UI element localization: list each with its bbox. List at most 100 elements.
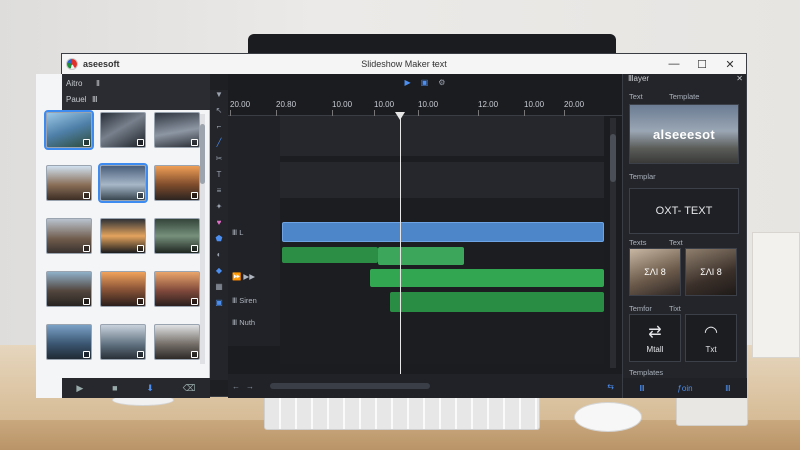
wifi-icon: ◠ [704, 324, 718, 341]
ruler-tick: 10.00 [374, 100, 395, 116]
zoom-out-icon[interactable]: ← [232, 382, 240, 391]
media-thumbnail[interactable] [98, 163, 148, 203]
checkbox-icon[interactable] [191, 351, 198, 358]
section-label: Temfor [629, 304, 652, 313]
close-button[interactable]: ✕ [716, 54, 744, 74]
play-icon[interactable]: ▶ [405, 78, 411, 87]
tab-audio[interactable]: Aitro [66, 79, 82, 88]
grid-icon[interactable]: ▦ [215, 282, 223, 298]
media-thumbnail[interactable] [100, 218, 146, 254]
audio-clip[interactable] [390, 292, 604, 312]
tile-label: Txt [705, 345, 717, 354]
import-icon[interactable]: ⬇ [146, 383, 154, 394]
checkbox-icon[interactable] [137, 245, 144, 252]
media-thumbnail[interactable] [154, 271, 200, 307]
media-thumbnail[interactable] [154, 218, 200, 254]
text-tool-icon[interactable]: T [217, 170, 222, 186]
media-header: Aitro Ⅱ Pauel Ⅲ [62, 74, 210, 110]
transform-tile[interactable]: ⇄ Mtall [629, 314, 681, 362]
track-band [280, 162, 604, 198]
media-scrollbar[interactable] [200, 114, 205, 364]
fit-icon[interactable]: ⇆ [607, 382, 614, 391]
checkbox-icon[interactable] [83, 192, 90, 199]
window-title: Slideshow Maker ŧext [361, 59, 447, 69]
audio-clip[interactable] [282, 247, 378, 263]
save-icon[interactable]: ▣ [421, 78, 429, 87]
effects-icon[interactable]: ✦ [216, 202, 223, 218]
audio-clip[interactable] [378, 247, 464, 265]
footer-tab[interactable]: Ⅲ [725, 384, 731, 393]
split-icon[interactable]: ✂ [216, 154, 223, 170]
close-icon[interactable]: ✕ [736, 74, 743, 88]
media-thumbnail[interactable] [154, 112, 200, 148]
sticker-icon[interactable]: ◆ [216, 266, 222, 282]
checkbox-icon[interactable] [191, 192, 198, 199]
media-thumbnail[interactable] [100, 112, 146, 148]
zoom-in-icon[interactable]: → [246, 382, 254, 391]
scroll-thumb[interactable] [200, 124, 205, 184]
section-label: Text [669, 238, 683, 247]
screen-icon[interactable]: ▣ [215, 298, 223, 314]
section-label: Tixt [669, 304, 681, 313]
media-thumbnail[interactable] [44, 110, 94, 150]
checkbox-icon[interactable] [137, 139, 144, 146]
delete-icon[interactable]: ⌫ [183, 383, 196, 394]
footer-tab[interactable]: Ⅲ [639, 384, 645, 393]
filter-icon[interactable]: ▼ [215, 90, 223, 106]
layers-icon[interactable]: ≡ [217, 186, 222, 202]
shape-icon[interactable]: ⬟ [216, 234, 223, 250]
pen-icon[interactable]: ╱ [217, 138, 222, 154]
audio-clip[interactable] [370, 269, 604, 287]
checkbox-icon[interactable] [83, 245, 90, 252]
checkbox-icon[interactable] [137, 351, 144, 358]
media-thumbnail[interactable] [46, 324, 92, 360]
media-thumbnail[interactable] [100, 271, 146, 307]
track-label: ⏩ ▶▶ [232, 272, 255, 281]
timeline-scrollbar[interactable] [610, 118, 616, 368]
horizontal-scrollbar[interactable] [270, 383, 430, 389]
media-thumbnail[interactable] [154, 324, 200, 360]
checkbox-icon[interactable] [191, 298, 198, 305]
crop-icon[interactable]: ⌐ [217, 122, 222, 138]
media-panel: Aitro Ⅱ Pauel Ⅲ ▶ ■ ⬇ ⌫ [36, 74, 210, 398]
minimize-button[interactable]: — [660, 54, 688, 74]
media-thumbnail[interactable] [46, 165, 92, 201]
media-thumbnail[interactable] [154, 165, 200, 201]
layer-tab[interactable]: Ⅲayer [628, 74, 649, 88]
checkbox-icon[interactable] [83, 139, 90, 146]
pointer-icon[interactable]: ↖ [216, 106, 223, 122]
media-thumbnail[interactable] [46, 271, 92, 307]
video-clip[interactable] [282, 222, 604, 242]
checkbox-icon[interactable] [137, 192, 144, 199]
section-label: Templar [629, 172, 656, 181]
thumbnail-grid [44, 110, 200, 360]
playhead[interactable] [395, 112, 405, 388]
footer-tab[interactable]: ƒoin [677, 384, 692, 393]
text-style-card[interactable]: OXT- TEXT [629, 188, 739, 234]
section-label: Texts [629, 238, 647, 247]
tab-secondary[interactable]: Ⅱ [96, 79, 100, 88]
tab-panel[interactable]: Pauel [66, 95, 86, 104]
heart-icon[interactable]: ♥ [217, 218, 222, 234]
checkbox-icon[interactable] [83, 298, 90, 305]
mask-icon[interactable]: ◐ [217, 250, 222, 266]
play-icon[interactable]: ▶ [76, 383, 83, 394]
settings-icon[interactable]: ⚙ [438, 78, 445, 87]
stop-icon[interactable]: ■ [112, 383, 117, 393]
checkbox-icon[interactable] [137, 298, 144, 305]
media-thumbnail[interactable] [46, 218, 92, 254]
maximize-button[interactable]: ☐ [688, 54, 716, 74]
photo-text-tile[interactable]: ΣΛΙ 8 [629, 248, 681, 296]
text-preview-card[interactable]: alseeesot [629, 104, 739, 164]
checkbox-icon[interactable] [83, 351, 90, 358]
scroll-thumb[interactable] [610, 134, 616, 182]
window-controls: — ☐ ✕ [660, 54, 744, 74]
checkbox-icon[interactable] [191, 245, 198, 252]
photo-text-tile[interactable]: ΣΛΙ 8 [685, 248, 737, 296]
media-thumbnail[interactable] [100, 324, 146, 360]
ruler-tick: 12.00 [478, 100, 499, 116]
checkbox-icon[interactable] [191, 139, 198, 146]
tab-panel-secondary[interactable]: Ⅲ [92, 95, 98, 104]
time-ruler[interactable]: 20.00 20.80 10.00 10.00 10.00 12.00 10.0… [228, 96, 622, 116]
wifi-tile[interactable]: ◠ Txt [685, 314, 737, 362]
